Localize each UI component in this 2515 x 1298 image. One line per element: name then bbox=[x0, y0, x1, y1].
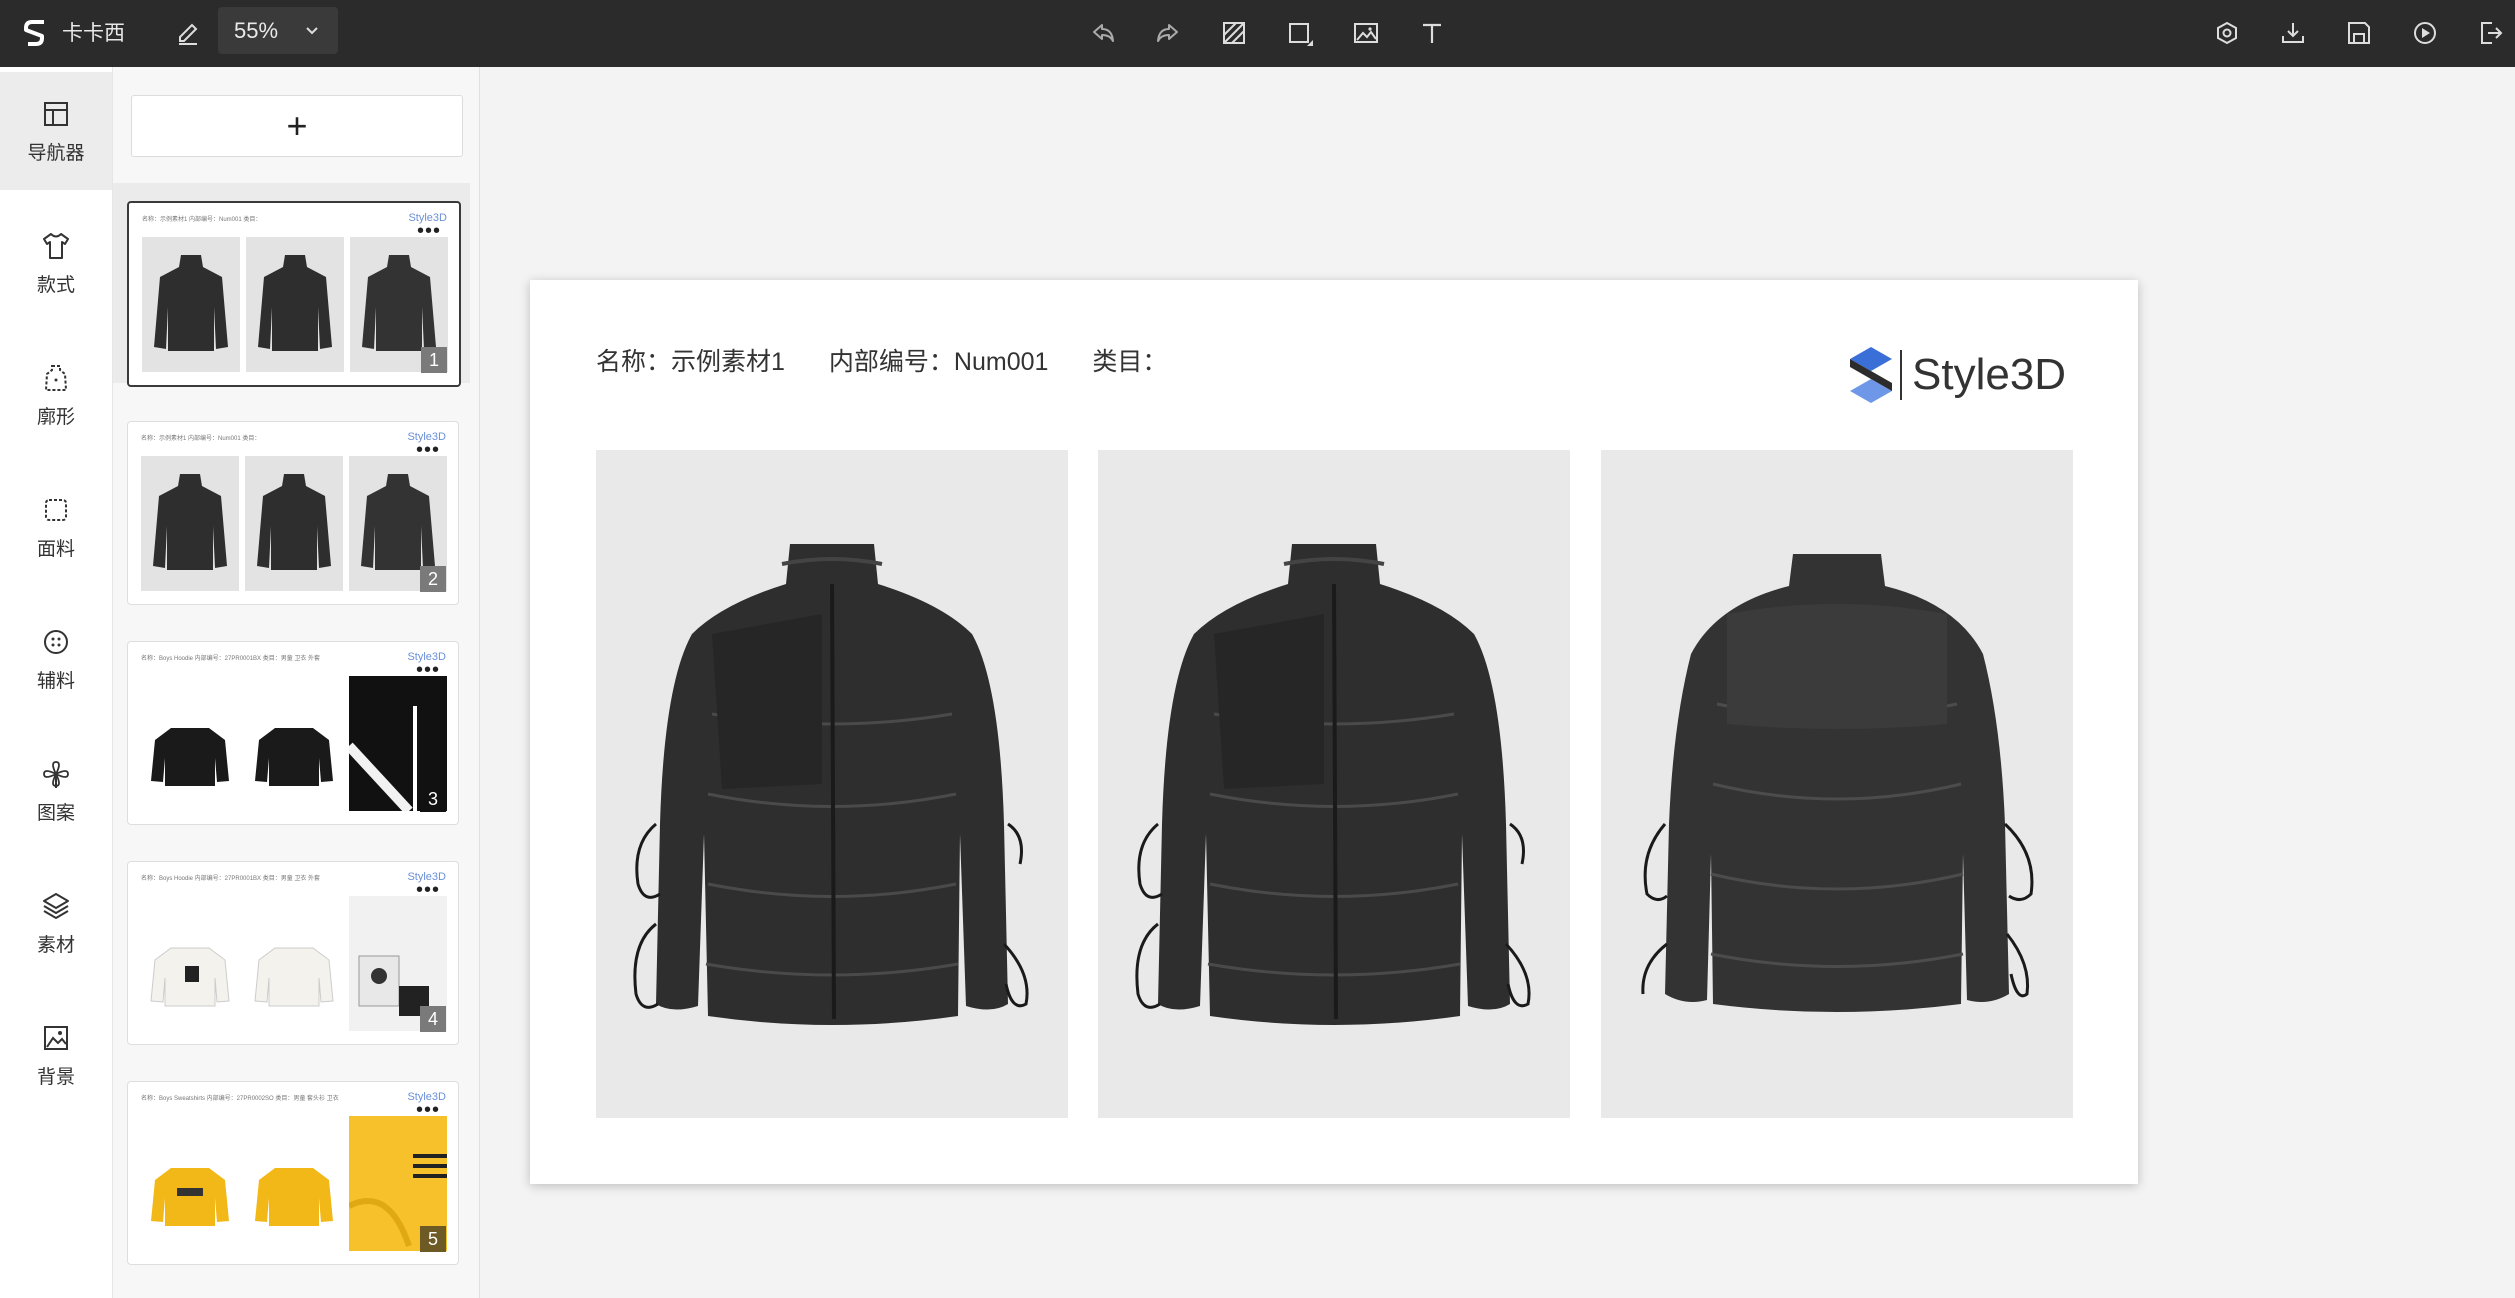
redo-icon[interactable] bbox=[1146, 11, 1190, 55]
logo-icon[interactable] bbox=[20, 16, 54, 50]
undo-icon[interactable] bbox=[1081, 11, 1125, 55]
thumb-image bbox=[245, 456, 343, 591]
thumb-image bbox=[141, 456, 239, 591]
slide-code[interactable]: 内部编号：Num001 bbox=[829, 348, 1049, 376]
layers-icon bbox=[43, 892, 69, 919]
zoom-select[interactable]: 55% bbox=[218, 7, 338, 54]
thumb-image bbox=[141, 896, 239, 1031]
puffer-jacket-back-image bbox=[1641, 554, 2034, 1012]
play-icon[interactable] bbox=[2403, 11, 2447, 55]
zoom-value: 55% bbox=[234, 18, 279, 43]
page-panel: + 名称：示例素材1 内部编号：Num001 类目： Style3D ••• 1… bbox=[113, 67, 480, 1298]
layout-icon bbox=[44, 101, 68, 126]
style3d-logo[interactable]: Style3D bbox=[1848, 345, 2066, 405]
page-thumbnail-3[interactable]: 名称：Boys Hoodie 内部编号：27PR0001BX 类目：男童 卫衣 … bbox=[127, 641, 459, 825]
app-brand: 卡卡西 bbox=[62, 22, 125, 45]
page-number-badge: 2 bbox=[420, 566, 446, 592]
background-icon bbox=[44, 1025, 68, 1050]
chevron-down-icon bbox=[306, 27, 318, 35]
page-thumbnail-1[interactable]: 名称：示例素材1 内部编号：Num001 类目： Style3D ••• 1 bbox=[127, 201, 461, 387]
slide-name[interactable]: 名称：示例素材1 bbox=[596, 348, 785, 376]
pattern-icon bbox=[43, 760, 69, 788]
thumb-image bbox=[245, 896, 343, 1031]
silhouette-icon bbox=[44, 364, 68, 391]
text-icon[interactable] bbox=[1410, 11, 1454, 55]
slide-canvas[interactable]: 名称：示例素材1 内部编号：Num001 类目： Style3D bbox=[530, 280, 2138, 1184]
tshirt-icon bbox=[43, 232, 69, 259]
garment-photo-back[interactable] bbox=[1601, 450, 2073, 1118]
exit-icon[interactable] bbox=[2469, 11, 2513, 55]
thumb-image bbox=[245, 1116, 343, 1251]
rectangle-icon[interactable] bbox=[1278, 11, 1322, 55]
thumb-image bbox=[141, 1116, 239, 1251]
shape-slash-icon[interactable] bbox=[1212, 11, 1256, 55]
puffer-jacket-front-image bbox=[633, 544, 1029, 1025]
rail-item-fabric[interactable]: 面料 bbox=[0, 468, 112, 586]
preview-icon[interactable] bbox=[2205, 11, 2249, 55]
rail-item-style[interactable]: 款式 bbox=[0, 204, 112, 322]
left-rail: 导航器 款式 廓形 面料 辅料 图案 素材 背景 bbox=[0, 67, 113, 1298]
add-page-button[interactable]: + bbox=[131, 95, 463, 157]
button-icon bbox=[44, 629, 68, 654]
thumb-image bbox=[141, 676, 239, 811]
page-thumbnail-4[interactable]: 名称：Boys Hoodie 内部编号：27PR0001BX 类目：男童 卫衣 … bbox=[127, 861, 459, 1045]
download-icon[interactable] bbox=[2271, 11, 2315, 55]
page-thumbnail-5[interactable]: 名称：Boys Sweatshirts 内部编号：27PR0002SO 类目：男… bbox=[127, 1081, 459, 1265]
image-icon[interactable] bbox=[1344, 11, 1388, 55]
style3d-mark-icon bbox=[1850, 347, 1892, 403]
rail-item-trims[interactable]: 辅料 bbox=[0, 600, 112, 718]
page-number-badge: 3 bbox=[420, 786, 446, 812]
edit-icon[interactable] bbox=[166, 11, 210, 55]
page-number-badge: 5 bbox=[420, 1226, 446, 1252]
fabric-icon bbox=[45, 498, 67, 521]
slide-category[interactable]: 类目： bbox=[1092, 348, 1167, 376]
page-thumbnail-2[interactable]: 名称：示例素材1 内部编号：Num001 类目： Style3D ••• 2 bbox=[127, 421, 459, 605]
page-number-badge: 4 bbox=[420, 1006, 446, 1032]
rail-item-pattern[interactable]: 图案 bbox=[0, 732, 112, 850]
slide-meta: 名称：示例素材1 内部编号：Num001 类目： bbox=[596, 342, 1211, 378]
rail-item-background[interactable]: 背景 bbox=[0, 996, 112, 1114]
thumb-image bbox=[245, 676, 343, 811]
garment-photo-front[interactable] bbox=[596, 450, 1068, 1118]
rail-item-materials[interactable]: 素材 bbox=[0, 864, 112, 982]
thumb-image bbox=[142, 237, 240, 372]
rail-item-navigator[interactable]: 导航器 bbox=[0, 72, 112, 190]
rail-item-silhouette[interactable]: 廓形 bbox=[0, 336, 112, 454]
page-number-badge: 1 bbox=[421, 347, 447, 373]
save-icon[interactable] bbox=[2337, 11, 2381, 55]
puffer-jacket-front-image bbox=[1135, 544, 1531, 1025]
garment-photo-front-2[interactable] bbox=[1098, 450, 1570, 1118]
thumb-image bbox=[246, 237, 344, 372]
top-toolbar: 卡卡西 55% bbox=[0, 0, 2515, 67]
